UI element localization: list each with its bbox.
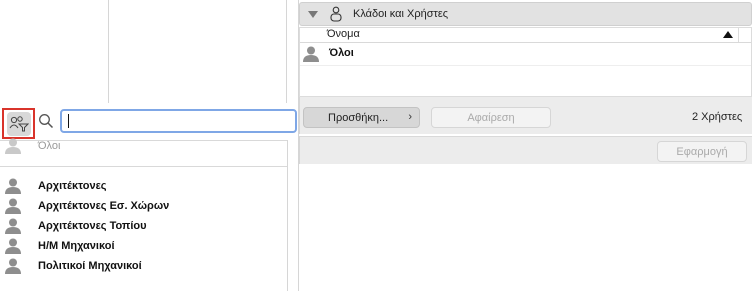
apply-button-label: Εφαρμογή — [676, 145, 728, 158]
column-divider — [286, 0, 287, 103]
list-item[interactable]: Πολιτικοί Μηχανικοί — [0, 257, 142, 275]
list-item-all[interactable]: Όλοι — [0, 137, 60, 155]
remove-button-label: Αφαίρεση — [467, 111, 515, 124]
list-item-label: Πολιτικοί Μηχανικοί — [38, 260, 142, 272]
user-avatar-icon — [303, 46, 319, 62]
user-avatar-icon — [5, 138, 21, 154]
table-header-divider — [300, 42, 751, 43]
table-row-name[interactable]: Όλοι — [329, 47, 354, 59]
middle-column-pane — [109, 0, 286, 103]
disclosure-triangle-icon[interactable] — [308, 10, 318, 18]
add-button[interactable]: Προσθήκη... › — [303, 107, 420, 128]
list-item-label: Η/Μ Μηχανικοί — [38, 240, 115, 252]
list-item[interactable]: Αρχιτέκτονες Τοπίου — [0, 217, 147, 235]
user-avatar-icon — [5, 218, 21, 234]
remove-button[interactable]: Αφαίρεση — [431, 107, 551, 128]
group-title: Κλάδοι και Χρήστες — [353, 8, 449, 20]
list-item-label: Αρχιτέκτονες Τοπίου — [38, 220, 147, 232]
column-header-divider — [738, 28, 739, 42]
users-filter-icon — [9, 115, 29, 131]
apply-button[interactable]: Εφαρμογή — [657, 141, 747, 162]
list-divider — [0, 166, 287, 167]
list-item-label: Όλοι — [38, 140, 61, 152]
list-item[interactable]: Αρχιτέκτονες — [0, 177, 107, 195]
list-scroll-divider — [287, 140, 288, 291]
search-icon — [38, 113, 54, 129]
left-column-pane — [0, 0, 108, 103]
user-avatar-icon — [5, 198, 21, 214]
sort-ascending-icon[interactable] — [723, 31, 733, 38]
list-item-label: Αρχιτέκτονες Εσ. Χώρων — [38, 200, 170, 212]
list-item-label: Αρχιτέκτονες — [38, 180, 107, 192]
table-row-divider — [300, 65, 751, 66]
members-table — [299, 27, 752, 97]
disclosure-group-header[interactable]: Κλάδοι και Χρήστες — [299, 2, 752, 26]
user-count: 2 Χρήστες — [692, 111, 743, 123]
text-cursor — [68, 114, 69, 128]
column-header-name[interactable]: Όνομα — [327, 28, 360, 40]
chevron-right-icon: › — [408, 111, 412, 123]
search-input[interactable] — [60, 109, 297, 133]
user-group-icon — [330, 6, 342, 22]
user-avatar-icon — [5, 238, 21, 254]
user-avatar-icon — [5, 178, 21, 194]
list-item[interactable]: Αρχιτέκτονες Εσ. Χώρων — [0, 197, 169, 215]
list-item[interactable]: Η/Μ Μηχανικοί — [0, 237, 115, 255]
user-avatar-icon — [5, 258, 21, 274]
user-filter-button[interactable] — [2, 108, 35, 139]
add-button-label: Προσθήκη... — [328, 111, 389, 124]
